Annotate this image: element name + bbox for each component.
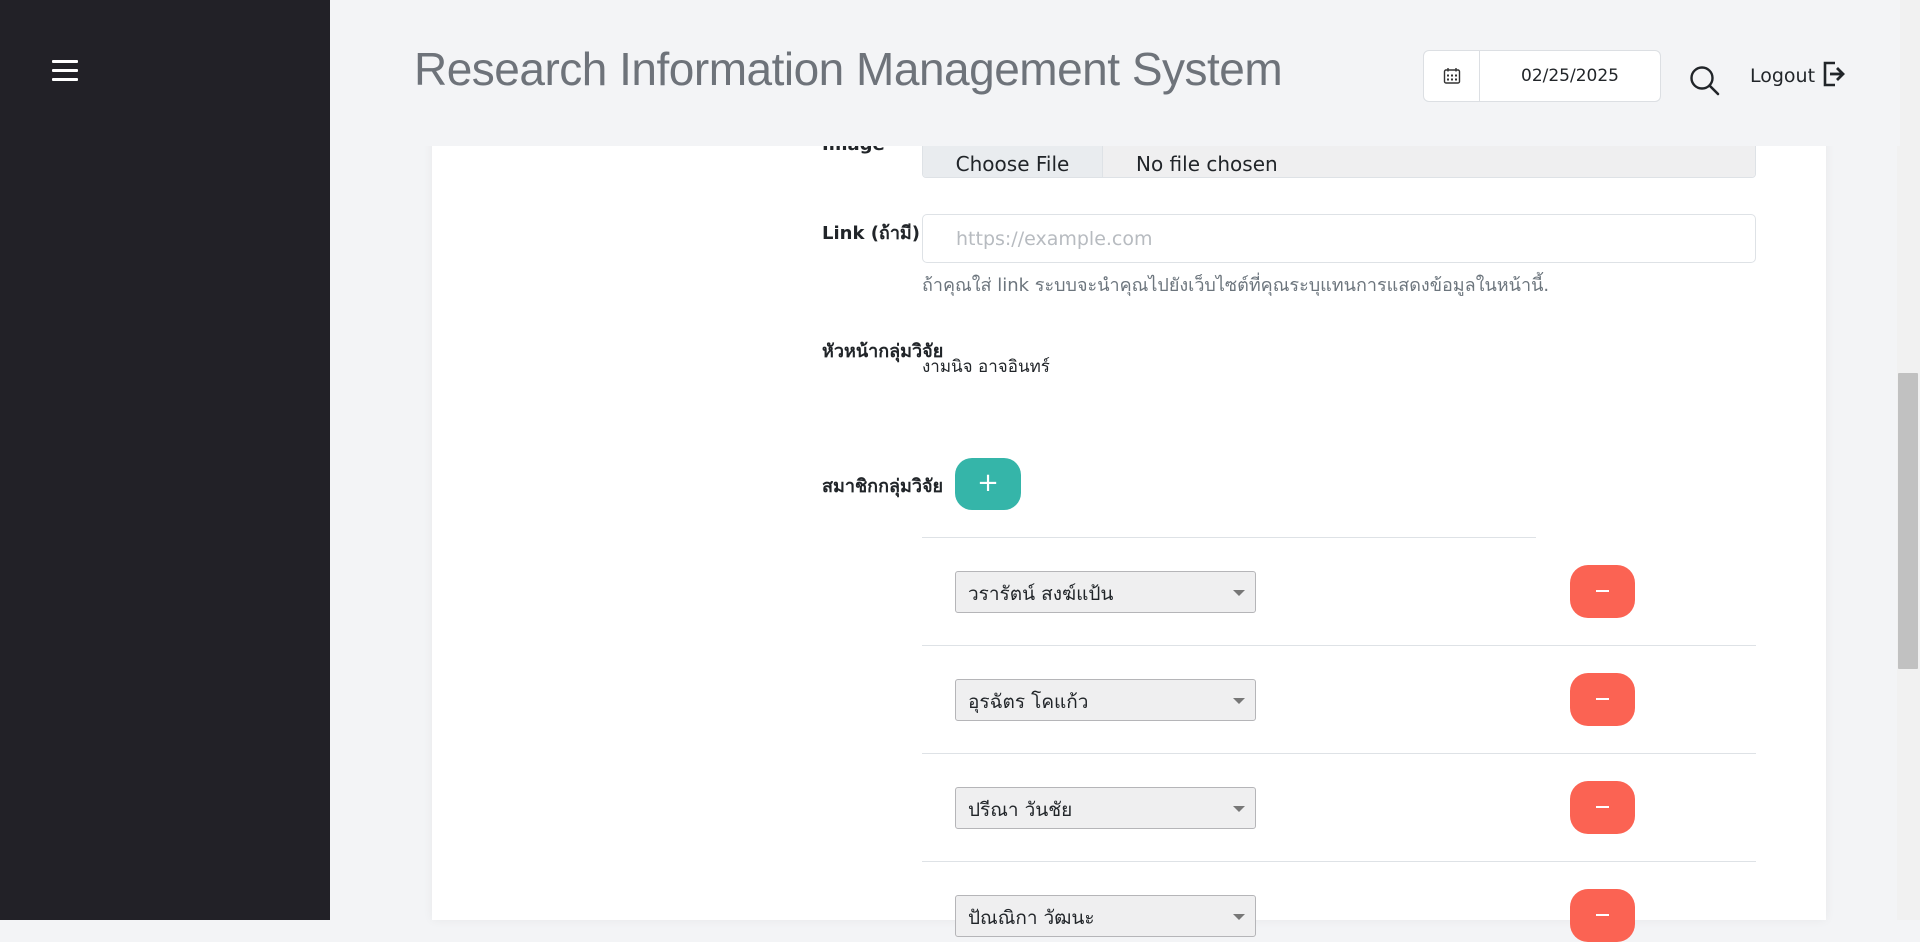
logout-label: Logout <box>1750 65 1816 87</box>
scrollbar-thumb[interactable] <box>1898 373 1918 669</box>
remove-member-button[interactable] <box>1570 565 1635 618</box>
member-select-value: วรารัตน์ สงฆ์แป้น <box>968 583 1114 605</box>
minus-icon <box>1596 914 1609 916</box>
members-label: สมาชิกกลุ่มวิจัย <box>822 476 944 497</box>
member-select-value: ปรีณา วันชัย <box>968 799 1073 821</box>
member-select-value: ปัณณิกา วัฒนะ <box>968 907 1095 929</box>
member-select[interactable]: วรารัตน์ สงฆ์แป้น <box>955 571 1256 613</box>
chevron-down-icon <box>1233 914 1245 920</box>
divider <box>922 861 1756 862</box>
logout-icon <box>1821 60 1847 92</box>
divider <box>922 753 1756 754</box>
remove-member-button[interactable] <box>1570 673 1635 726</box>
link-help-text: ถ้าคุณใส่ link ระบบจะนำคุณไปยังเว็บไซต์ท… <box>922 275 1550 296</box>
minus-icon <box>1596 806 1609 808</box>
hamburger-menu-icon[interactable] <box>52 60 78 82</box>
sidebar <box>0 0 330 920</box>
remove-member-button[interactable] <box>1570 889 1635 942</box>
member-select-value: อุรฉัตร โคแก้ว <box>968 691 1089 713</box>
divider <box>922 645 1756 646</box>
page-title: Research Information Management System <box>414 43 1283 95</box>
link-input[interactable] <box>922 214 1756 263</box>
member-select[interactable]: อุรฉัตร โคแก้ว <box>955 679 1256 721</box>
top-header: Research Information Management System 0… <box>330 0 1900 146</box>
leader-name: งามนิจ อาจอินทร์ <box>922 357 1050 377</box>
date-value: 02/25/2025 <box>1521 66 1619 86</box>
chevron-down-icon <box>1233 590 1245 596</box>
add-member-button[interactable]: + <box>955 458 1021 510</box>
member-select[interactable]: ปัณณิกา วัฒนะ <box>955 895 1256 937</box>
divider <box>922 537 1536 538</box>
link-label: Link (ถ้ามี) <box>822 223 921 244</box>
chevron-down-icon <box>1233 698 1245 704</box>
member-select[interactable]: ปรีณา วันชัย <box>955 787 1256 829</box>
main-area: Image Choose File No file chosen Link (ถ… <box>330 0 1920 942</box>
minus-icon <box>1596 590 1609 592</box>
remove-member-button[interactable] <box>1570 781 1635 834</box>
calendar-icon[interactable] <box>1424 51 1480 101</box>
search-icon[interactable] <box>1688 64 1722 98</box>
logout-button[interactable]: Logout <box>1750 60 1847 92</box>
minus-icon <box>1596 698 1609 700</box>
date-picker[interactable]: 02/25/2025 <box>1423 50 1661 102</box>
chevron-down-icon <box>1233 806 1245 812</box>
